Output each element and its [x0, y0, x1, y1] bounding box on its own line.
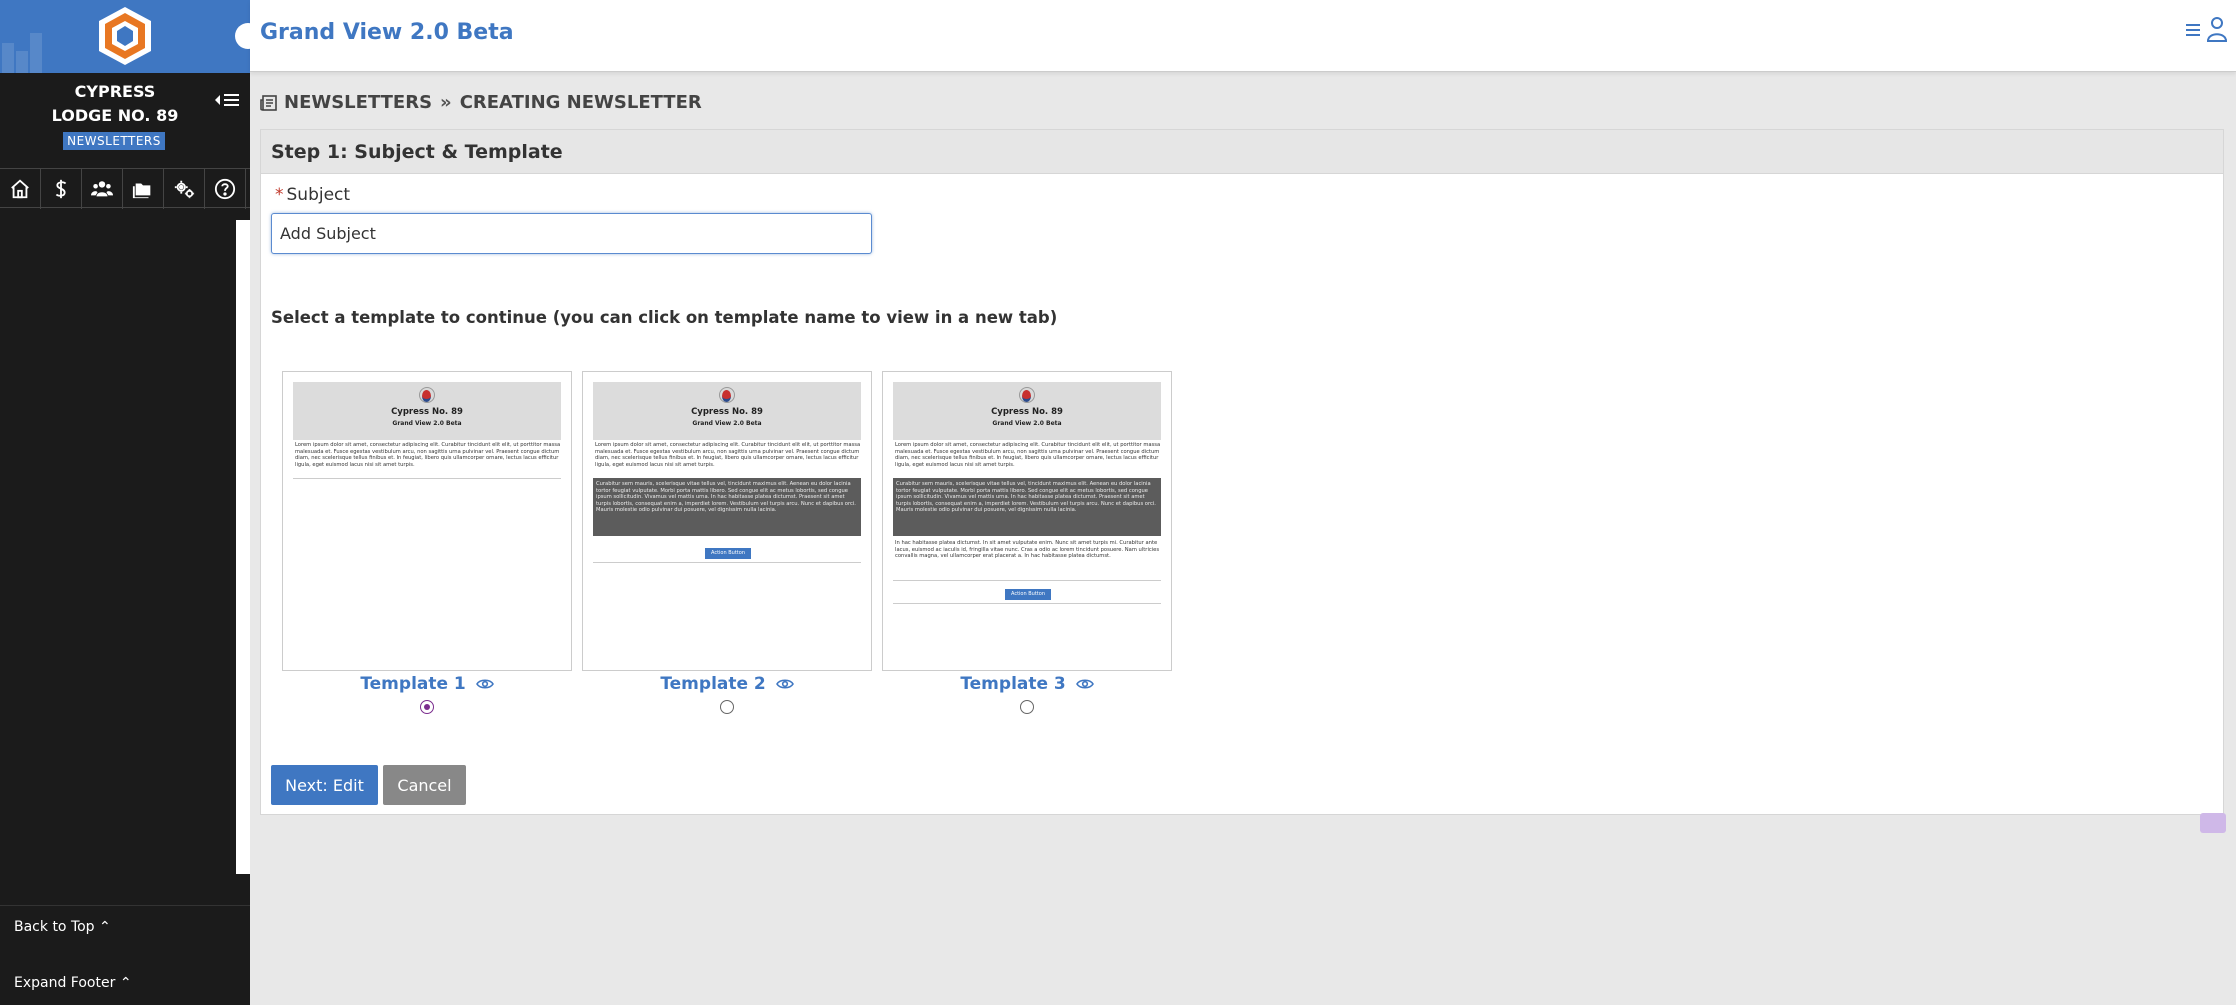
template-logo-icon	[1019, 387, 1035, 403]
template-1-radio[interactable]	[420, 700, 434, 714]
template-preview-divider	[293, 478, 561, 479]
template-2-link[interactable]: Template 2	[582, 674, 872, 694]
sidebar-panel	[236, 220, 250, 874]
breadcrumb: NEWSLETTERS » CREATING NEWSLETTER	[260, 92, 702, 113]
template-2-preview[interactable]: Cypress No. 89 Grand View 2.0 Beta Lorem…	[582, 371, 872, 671]
expand-footer-link[interactable]: Expand Footer ⌃	[14, 975, 132, 991]
nav-finance-button[interactable]	[41, 169, 82, 209]
home-icon	[11, 179, 29, 199]
template-preview-divider	[893, 603, 1161, 604]
template-preview-header: Cypress No. 89 Grand View 2.0 Beta	[893, 382, 1161, 440]
template-logo-icon	[719, 387, 735, 403]
members-icon	[91, 181, 113, 197]
template-3-label: Template 3	[960, 674, 1066, 694]
template-preview-divider	[593, 562, 861, 563]
next-edit-button[interactable]: Next: Edit	[271, 765, 378, 805]
breadcrumb-current: CREATING NEWSLETTER	[459, 92, 702, 113]
sidebar: CYPRESS LODGE NO. 89 NEWSLETTERS Back to…	[0, 0, 250, 1005]
template-1-link[interactable]: Template 1	[282, 674, 572, 694]
template-preview-header: Cypress No. 89 Grand View 2.0 Beta	[593, 382, 861, 440]
step-card: Step 1: Subject & Template *Subject Sele…	[260, 129, 2224, 815]
template-preview-action-button: Action Button	[705, 548, 751, 559]
eye-icon	[475, 679, 494, 689]
template-preview-text: In hac habitasse platea dictumst. In sit…	[895, 540, 1160, 559]
newsletter-icon	[260, 94, 277, 111]
template-preview-action-button: Action Button	[1005, 589, 1051, 600]
hamburger-menu-icon[interactable]	[2184, 20, 2204, 40]
chevron-up-icon: ⌃	[119, 975, 132, 991]
template-preview-text: Lorem ipsum dolor sit amet, consectetur …	[895, 442, 1161, 468]
template-1-preview[interactable]: Cypress No. 89 Grand View 2.0 Beta Lorem…	[282, 371, 572, 671]
template-preview-text: Lorem ipsum dolor sit amet, consectetur …	[295, 442, 561, 468]
collapse-sidebar-button[interactable]	[213, 92, 243, 112]
settings-icon	[174, 180, 195, 199]
app-title: Grand View 2.0 Beta	[260, 20, 514, 45]
chevron-up-icon: ⌃	[99, 919, 111, 935]
collapse-menu-icon	[215, 94, 239, 106]
template-2-radio[interactable]	[720, 700, 734, 714]
sidebar-footer-divider	[0, 905, 250, 906]
template-preview-subtitle: Grand View 2.0 Beta	[692, 420, 762, 427]
breadcrumb-parent[interactable]: NEWSLETTERS	[284, 92, 432, 113]
help-icon	[214, 178, 236, 200]
template-logo-icon	[419, 387, 435, 403]
template-preview-dark-block: Curabitur sem mauris, scelerisque vitae …	[593, 478, 861, 536]
subject-input[interactable]	[271, 213, 872, 254]
dollar-icon	[55, 179, 67, 199]
eye-icon	[775, 679, 794, 689]
template-2-label: Template 2	[660, 674, 766, 694]
template-1-label: Template 1	[360, 674, 466, 694]
template-3-link[interactable]: Template 3	[882, 674, 1172, 694]
section-badge: NEWSLETTERS	[63, 132, 165, 150]
expand-footer-label: Expand Footer	[14, 975, 116, 991]
breadcrumb-separator-icon: »	[440, 92, 452, 113]
template-preview-name: Cypress No. 89	[691, 407, 763, 417]
lodge-name-line1: CYPRESS	[74, 82, 156, 101]
lodge-logo-icon	[99, 7, 151, 65]
cancel-button[interactable]: Cancel	[383, 765, 466, 805]
nav-members-button[interactable]	[82, 169, 123, 209]
template-preview-subtitle: Grand View 2.0 Beta	[992, 420, 1062, 427]
subject-label-text: Subject	[286, 185, 351, 205]
template-preview-divider	[893, 580, 1161, 581]
template-preview-text: Lorem ipsum dolor sit amet, consectetur …	[595, 442, 861, 468]
step-title: Step 1: Subject & Template	[261, 130, 2223, 174]
nav-home-button[interactable]	[0, 169, 41, 209]
back-to-top-link[interactable]: Back to Top ⌃	[14, 919, 111, 935]
template-preview-name: Cypress No. 89	[991, 407, 1063, 417]
subject-label: * Subject	[275, 185, 350, 205]
template-3-preview[interactable]: Cypress No. 89 Grand View 2.0 Beta Lorem…	[882, 371, 1172, 671]
nav-help-button[interactable]	[205, 169, 246, 209]
logo-area	[0, 0, 250, 73]
required-marker: *	[275, 185, 284, 205]
eye-icon	[1075, 679, 1094, 689]
topbar: Grand View 2.0 Beta	[250, 0, 2236, 72]
template-instruction: Select a template to continue (you can c…	[271, 308, 1058, 327]
template-preview-header: Cypress No. 89 Grand View 2.0 Beta	[293, 382, 561, 440]
nav-files-button[interactable]	[123, 169, 164, 209]
template-preview-dark-block: Curabitur sem mauris, scelerisque vitae …	[893, 478, 1161, 536]
icon-nav	[0, 168, 250, 209]
folder-icon	[132, 183, 151, 199]
template-preview-subtitle: Grand View 2.0 Beta	[392, 420, 462, 427]
back-to-top-label: Back to Top	[14, 919, 95, 935]
lodge-name: CYPRESS LODGE NO. 89	[0, 80, 230, 128]
topbar-notch	[235, 23, 261, 49]
lodge-name-line2: LODGE NO. 89	[51, 106, 179, 125]
template-3-radio[interactable]	[1020, 700, 1034, 714]
nav-settings-button[interactable]	[164, 169, 205, 209]
template-preview-name: Cypress No. 89	[391, 407, 463, 417]
user-icon[interactable]	[2206, 16, 2228, 42]
feedback-icon[interactable]	[2200, 813, 2226, 833]
